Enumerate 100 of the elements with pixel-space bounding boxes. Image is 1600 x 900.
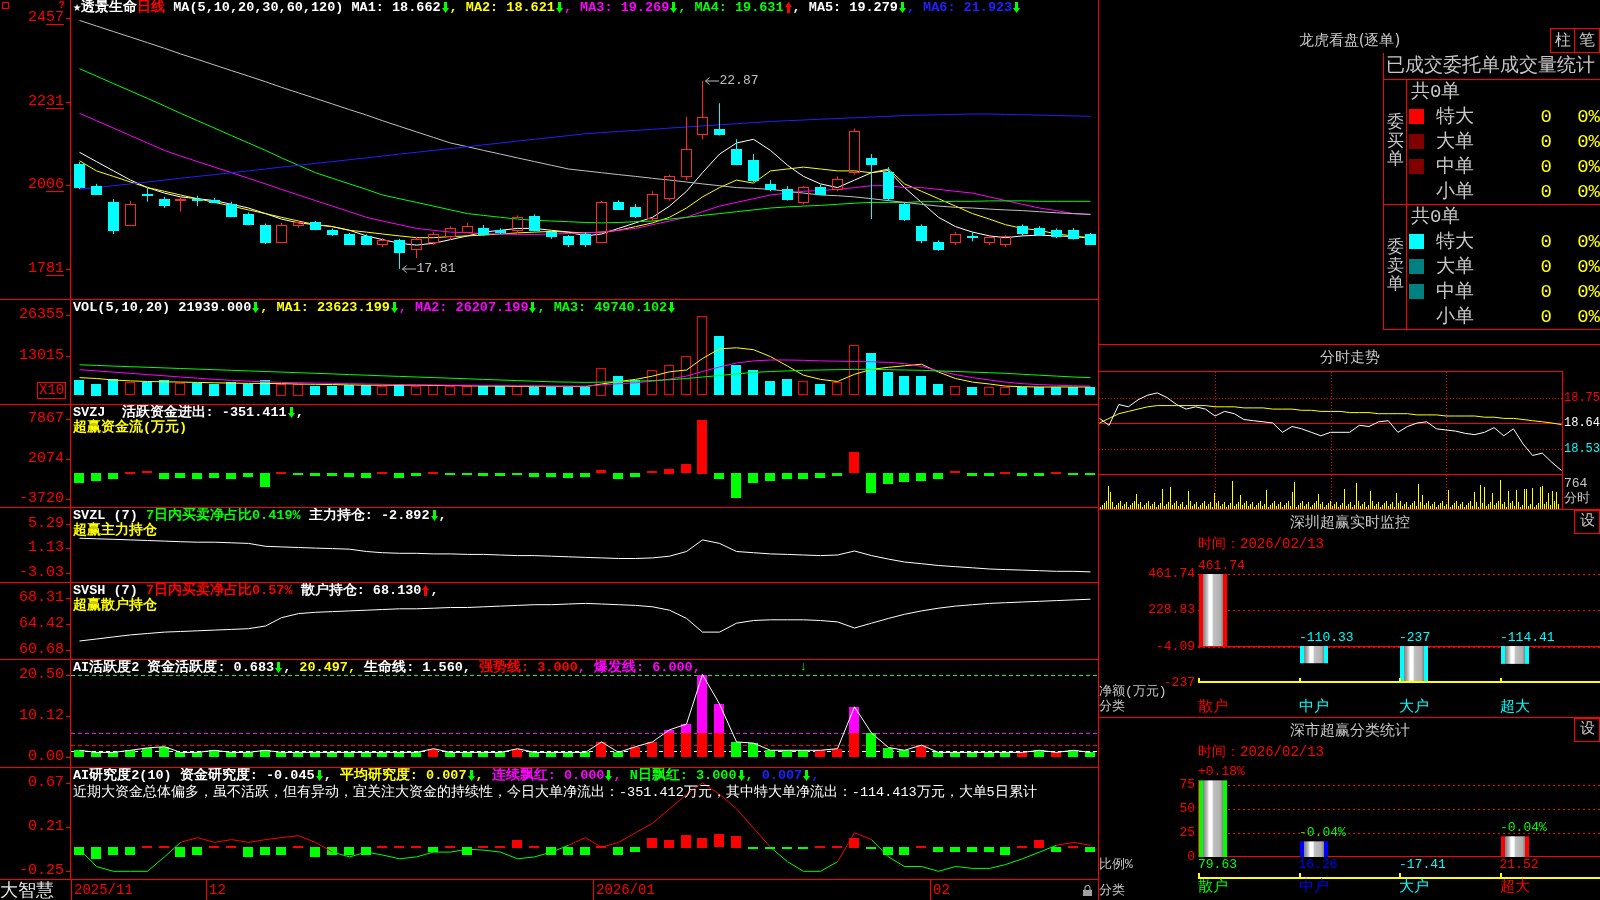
- fund-flow-bar: [765, 473, 775, 481]
- legend-text: 20.497,: [298, 660, 357, 675]
- legend-text: , MA5: 19.279: [792, 0, 898, 15]
- legend-text: ,: [745, 768, 754, 783]
- legend-text: 超赢散户持仓: [73, 598, 157, 613]
- fund-flow-bar: [613, 473, 623, 479]
- candle: [159, 196, 170, 209]
- axis-label: -0.25: [19, 863, 64, 880]
- research-bar: [697, 838, 707, 848]
- candle: [327, 227, 338, 237]
- activity-bar: [512, 749, 522, 757]
- group-label: 委买单: [1386, 113, 1404, 171]
- activity-bar: [866, 733, 876, 757]
- research-bar: [276, 847, 286, 855]
- timestamp: 时间：2026/02/13: [1197, 743, 1325, 762]
- volume-bar: [681, 356, 691, 395]
- volume-bar: [394, 384, 404, 396]
- date-label: 02: [930, 880, 950, 900]
- activity-bar: [108, 752, 118, 757]
- axis-title: 分类: [1099, 699, 1126, 716]
- fund-flow-bar: [91, 473, 101, 481]
- volume-bar: [899, 376, 909, 395]
- fund-flow-bar: [883, 473, 893, 484]
- axis-label: 75: [1179, 776, 1195, 793]
- research-bar: [883, 847, 893, 855]
- axis-label: 18.64: [1564, 416, 1600, 430]
- activity-bar: [428, 749, 438, 757]
- fund-flow-bar: [495, 473, 505, 476]
- fund-flow-bar: [192, 473, 202, 479]
- activity-bar: [293, 752, 303, 757]
- candle: [394, 238, 405, 270]
- fund-flow-bar: [74, 473, 84, 483]
- value-label: -17.41: [1399, 857, 1446, 872]
- settings-button[interactable]: 设: [1574, 718, 1600, 742]
- research-bar: [546, 847, 556, 855]
- activity-bar: [731, 742, 741, 757]
- candle: [344, 232, 355, 246]
- legend-text: 日线: [137, 0, 166, 15]
- legend-text: 7日内买卖净占比0.419%: [145, 508, 301, 523]
- legend-text: SVZL (7): [73, 508, 138, 523]
- legend-text: ,: [283, 660, 292, 675]
- activity-bar: [1051, 752, 1061, 757]
- volume-bar: [108, 379, 118, 395]
- axis-label: 0.67: [28, 774, 64, 791]
- ratio-bar: [1300, 841, 1328, 857]
- settings-button[interactable]: 设: [1574, 510, 1600, 534]
- volume-bar: [933, 384, 943, 395]
- volume-bar: [546, 386, 556, 395]
- fund-flow-bar: [478, 473, 488, 476]
- axis-label: -3.03: [19, 564, 64, 581]
- fund-flow-bar: [782, 473, 792, 479]
- volume-bar: [1000, 387, 1010, 395]
- activity-bar: [142, 748, 152, 757]
- research-bar: [664, 840, 674, 848]
- activity-bar: [445, 752, 455, 757]
- toggle-button[interactable]: 柱: [1550, 28, 1575, 53]
- order-count: 0: [1539, 304, 1552, 329]
- activity-bar: [613, 752, 623, 757]
- fund-flow-bar: [226, 473, 236, 479]
- legend-text: SVSH (7): [73, 583, 139, 598]
- timestamp: 时间：2026/02/13: [1197, 535, 1325, 554]
- research-bar: [681, 835, 691, 848]
- volume-bar: [782, 379, 792, 396]
- burst-bar-segment: [681, 724, 691, 733]
- activity-bar: [967, 752, 977, 757]
- activity-bar: [596, 742, 606, 757]
- fund-flow-bar: [361, 473, 371, 478]
- fund-flow-bar: [714, 473, 724, 479]
- research-bar: [1051, 847, 1061, 852]
- net-amount-bar: [1400, 646, 1428, 683]
- toggle-button[interactable]: 笔: [1575, 28, 1600, 53]
- volume-bar: [175, 383, 185, 395]
- activity-bar: [91, 752, 101, 757]
- candle: [664, 174, 675, 202]
- candle: [580, 231, 591, 248]
- legend-text: , MA6: 21.923: [906, 0, 1013, 15]
- axis-label: 68.31: [19, 589, 64, 606]
- activity-bar: [344, 752, 354, 757]
- order-percent: 0%: [1576, 154, 1600, 179]
- volume-bar: [327, 386, 337, 395]
- legend-text: 强势线: 3.000: [478, 660, 578, 675]
- candle: [495, 227, 506, 235]
- volume-bar: [478, 386, 488, 395]
- order-count: 0: [1539, 254, 1552, 279]
- legend-text: 超赢资金流(万元): [73, 420, 188, 435]
- volume-bar: [91, 384, 101, 396]
- net-amount-bar: [1300, 646, 1328, 664]
- activity-bar: [276, 752, 286, 757]
- axis-title: 比例%: [1099, 857, 1134, 873]
- row-label: 中单: [1436, 154, 1475, 179]
- order-percent: 0%: [1576, 279, 1600, 304]
- volume-bar: [344, 385, 354, 395]
- legend-text: 连续飘红: 0.000: [490, 768, 605, 783]
- date-label: 12: [206, 880, 226, 900]
- candle: [293, 219, 304, 229]
- activity-bar: [175, 752, 185, 757]
- volume-bar: [529, 387, 539, 395]
- fund-flow-bar: [815, 473, 825, 478]
- candle: [933, 239, 944, 252]
- axis-label: 10.12: [19, 708, 64, 725]
